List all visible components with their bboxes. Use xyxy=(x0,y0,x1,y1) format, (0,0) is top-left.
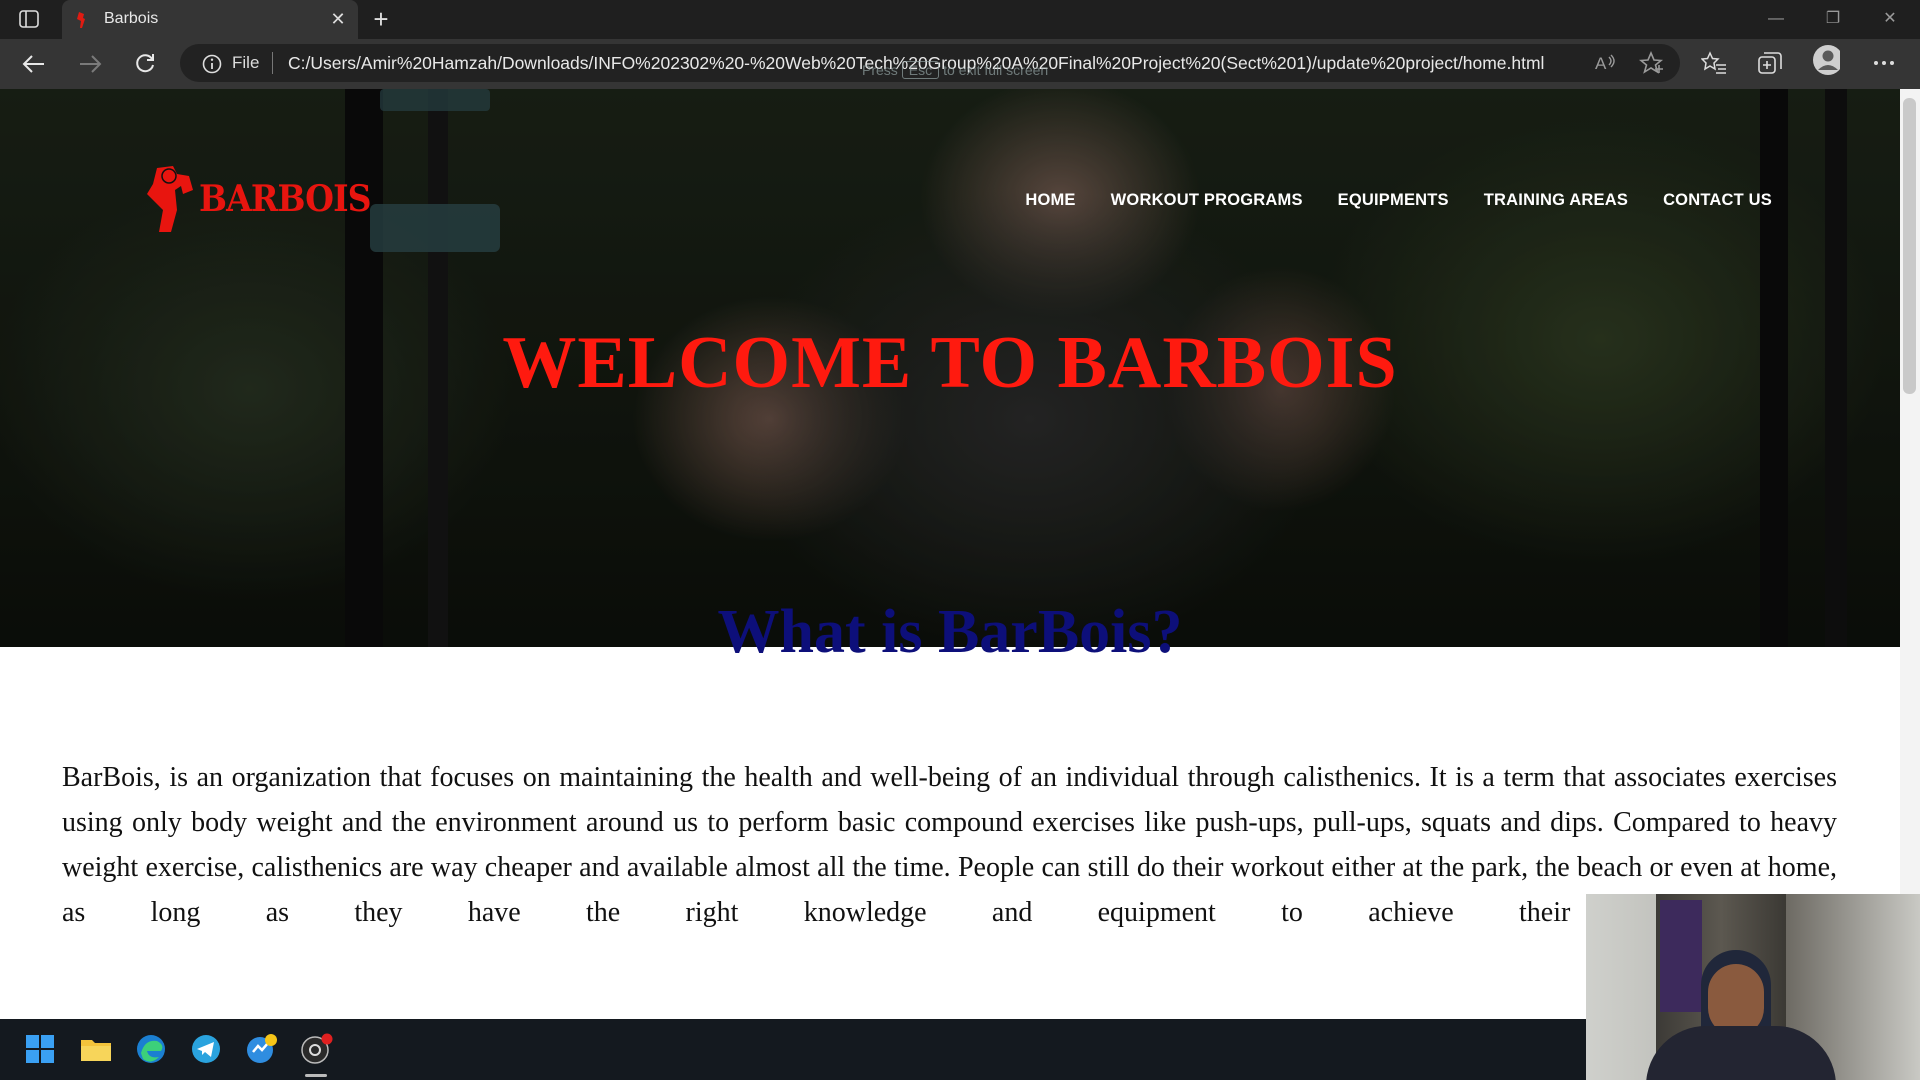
close-window-icon[interactable]: ✕ xyxy=(1870,6,1910,32)
new-tab-icon[interactable]: + xyxy=(368,6,394,32)
active-app-indicator xyxy=(305,1074,327,1077)
nav-equipments[interactable]: EQUIPMENTS xyxy=(1338,191,1449,210)
profile-avatar-icon[interactable] xyxy=(1812,45,1840,75)
hero-banner: BARBOIS HOME WORKOUT PROGRAMS EQUIPMENTS… xyxy=(0,89,1900,647)
nav-training-areas[interactable]: TRAINING AREAS xyxy=(1484,191,1628,210)
browser-tab[interactable]: Barbois ✕ xyxy=(62,0,358,39)
collections-icon[interactable] xyxy=(1756,49,1784,77)
fullscreen-hint-prefix: Press xyxy=(862,62,898,78)
site-logo[interactable]: BARBOIS xyxy=(143,159,386,239)
minimize-icon[interactable]: — xyxy=(1756,6,1796,32)
scheme-label: File xyxy=(232,53,260,72)
address-separator xyxy=(272,52,273,74)
tab-actions-icon[interactable] xyxy=(18,9,40,29)
barbois-favicon-icon xyxy=(77,12,85,28)
webcam-clothes xyxy=(1660,900,1702,1012)
main-nav: HOME WORKOUT PROGRAMS EQUIPMENTS TRAININ… xyxy=(990,191,1772,210)
edge-icon[interactable] xyxy=(131,1029,171,1069)
read-aloud-icon[interactable]: A xyxy=(1592,49,1620,77)
svg-text:A: A xyxy=(1595,54,1607,73)
fullscreen-hint-suffix: to exit full screen xyxy=(943,62,1049,78)
favorites-icon[interactable] xyxy=(1700,49,1728,77)
add-favorite-icon[interactable] xyxy=(1638,49,1666,77)
webcam-overlay xyxy=(1586,894,1920,1080)
tab-close-icon[interactable]: ✕ xyxy=(328,9,348,29)
site-info-icon[interactable] xyxy=(202,54,222,74)
nav-contact-us[interactable]: CONTACT US xyxy=(1663,191,1772,210)
obs-icon[interactable] xyxy=(296,1029,336,1069)
telegram-icon[interactable] xyxy=(186,1029,226,1069)
back-icon[interactable] xyxy=(20,50,48,78)
fullscreen-hint: Press Esc to exit full screen xyxy=(862,61,1048,79)
barbois-logo-icon xyxy=(147,166,193,232)
browser-title-bar: Barbois ✕ + — ❐ ✕ xyxy=(0,0,1920,39)
nav-workout-programs[interactable]: WORKOUT PROGRAMS xyxy=(1111,191,1303,210)
forward-icon[interactable] xyxy=(76,50,104,78)
nav-home[interactable]: HOME xyxy=(1025,191,1075,210)
refresh-icon[interactable] xyxy=(131,50,159,78)
logo-text: BARBOIS xyxy=(199,178,372,220)
restore-icon[interactable]: ❐ xyxy=(1813,6,1853,32)
webcam-person-body xyxy=(1646,1026,1836,1080)
hero-title: WELCOME TO BARBOIS xyxy=(502,322,1398,404)
fullscreen-hint-key: Esc xyxy=(901,61,940,79)
section-title: What is BarBois? xyxy=(717,598,1183,666)
scrollbar-thumb[interactable] xyxy=(1903,98,1916,394)
file-explorer-icon[interactable] xyxy=(76,1029,116,1069)
more-menu-icon[interactable] xyxy=(1870,49,1898,77)
tab-title: Barbois xyxy=(104,10,159,27)
windows-start-icon[interactable] xyxy=(20,1029,60,1069)
app-icon[interactable] xyxy=(241,1029,281,1069)
about-paragraph: BarBois, is an organization that focuses… xyxy=(62,762,1837,928)
